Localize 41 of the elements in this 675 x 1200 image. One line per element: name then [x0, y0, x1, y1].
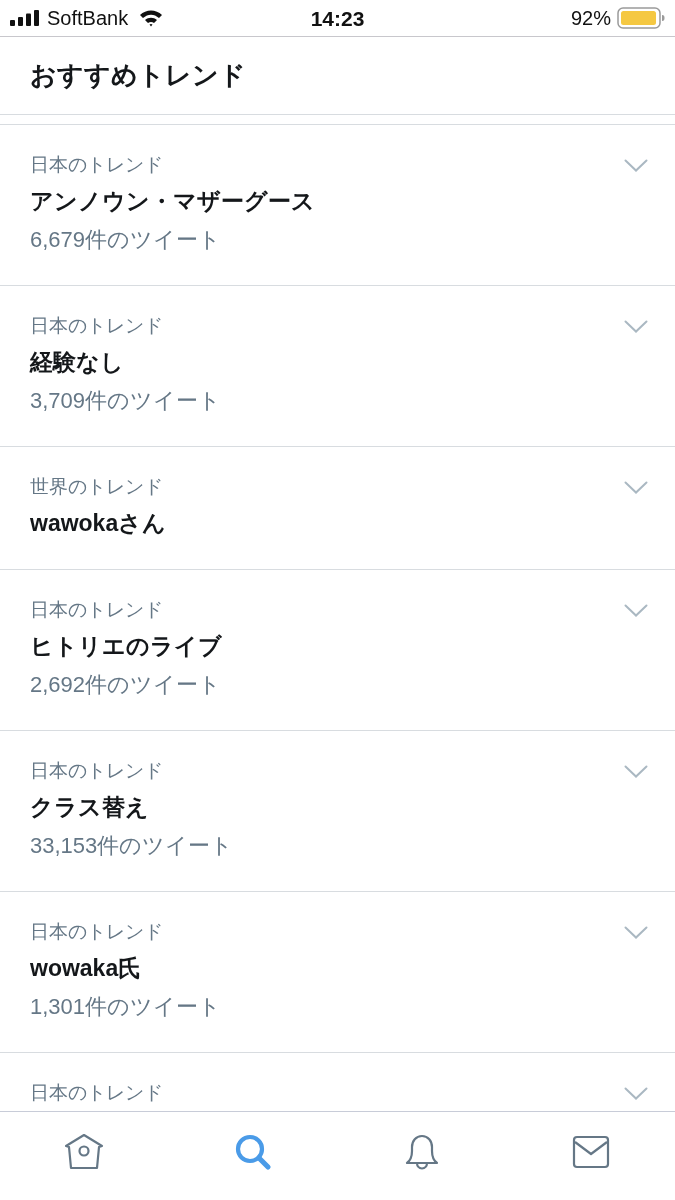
trend-context: 日本のトレンド	[30, 153, 163, 177]
trend-context: 日本のトレンド	[30, 314, 163, 338]
carrier-name: SoftBank	[47, 8, 129, 28]
signal-icon	[10, 10, 40, 26]
tweet-count: 3,709件のツイート	[30, 387, 222, 415]
chevron-down-icon[interactable]	[624, 1087, 648, 1100]
trend-context: 日本のトレンド	[30, 759, 163, 783]
trend-name: wawokaさん	[30, 509, 167, 538]
header-title: おすすめトレンド	[30, 59, 246, 92]
birdhouse-icon	[64, 1133, 105, 1171]
battery-icon	[617, 7, 665, 29]
trend-name: wowaka氏	[30, 954, 142, 983]
chevron-down-icon[interactable]	[624, 765, 648, 778]
trend-item[interactable]: 世界のトレンド wawokaさん	[0, 447, 675, 570]
trend-name: アンノウン・マザーグース	[30, 187, 315, 216]
trend-item[interactable]: 日本のトレンド 経験なし 3,709件のツイート	[0, 286, 675, 447]
search-icon	[234, 1133, 273, 1171]
clock-time: 14:23	[310, 7, 365, 29]
trend-item[interactable]: 日本のトレンド ヒトリエのライブ 2,692件のツイート	[0, 570, 675, 731]
trend-name: 経験なし	[30, 348, 124, 377]
chevron-down-icon[interactable]	[624, 926, 648, 939]
chevron-down-icon[interactable]	[624, 320, 648, 333]
battery-percentage: 92%	[570, 8, 611, 28]
trend-context: 日本のトレンド	[30, 920, 163, 944]
trend-item[interactable]: 日本のトレンド クラス替え 33,153件のツイート	[0, 731, 675, 892]
trend-item[interactable]: 日本のトレンド アンノウン・マザーグース 6,679件のツイート	[0, 125, 675, 286]
tweet-count: 6,679件のツイート	[30, 226, 222, 254]
tweet-count: 33,153件のツイート	[30, 832, 234, 860]
chevron-down-icon[interactable]	[624, 159, 648, 172]
trend-context: 世界のトレンド	[30, 475, 163, 499]
trend-context: 日本のトレンド	[30, 598, 163, 622]
wifi-icon	[139, 9, 164, 27]
trend-item[interactable]: 日本のトレンド wowaka氏 1,301件のツイート	[0, 892, 675, 1053]
tweet-count: 2,692件のツイート	[30, 671, 222, 699]
envelope-icon	[571, 1135, 610, 1169]
trend-name: クラス替え	[30, 793, 149, 822]
trend-context: 日本のトレンド	[30, 1081, 163, 1105]
tweet-count: 1,301件のツイート	[30, 993, 222, 1021]
chevron-down-icon[interactable]	[624, 604, 648, 617]
trend-name: ヒトリエのライブ	[30, 632, 222, 661]
chevron-down-icon[interactable]	[624, 481, 648, 494]
